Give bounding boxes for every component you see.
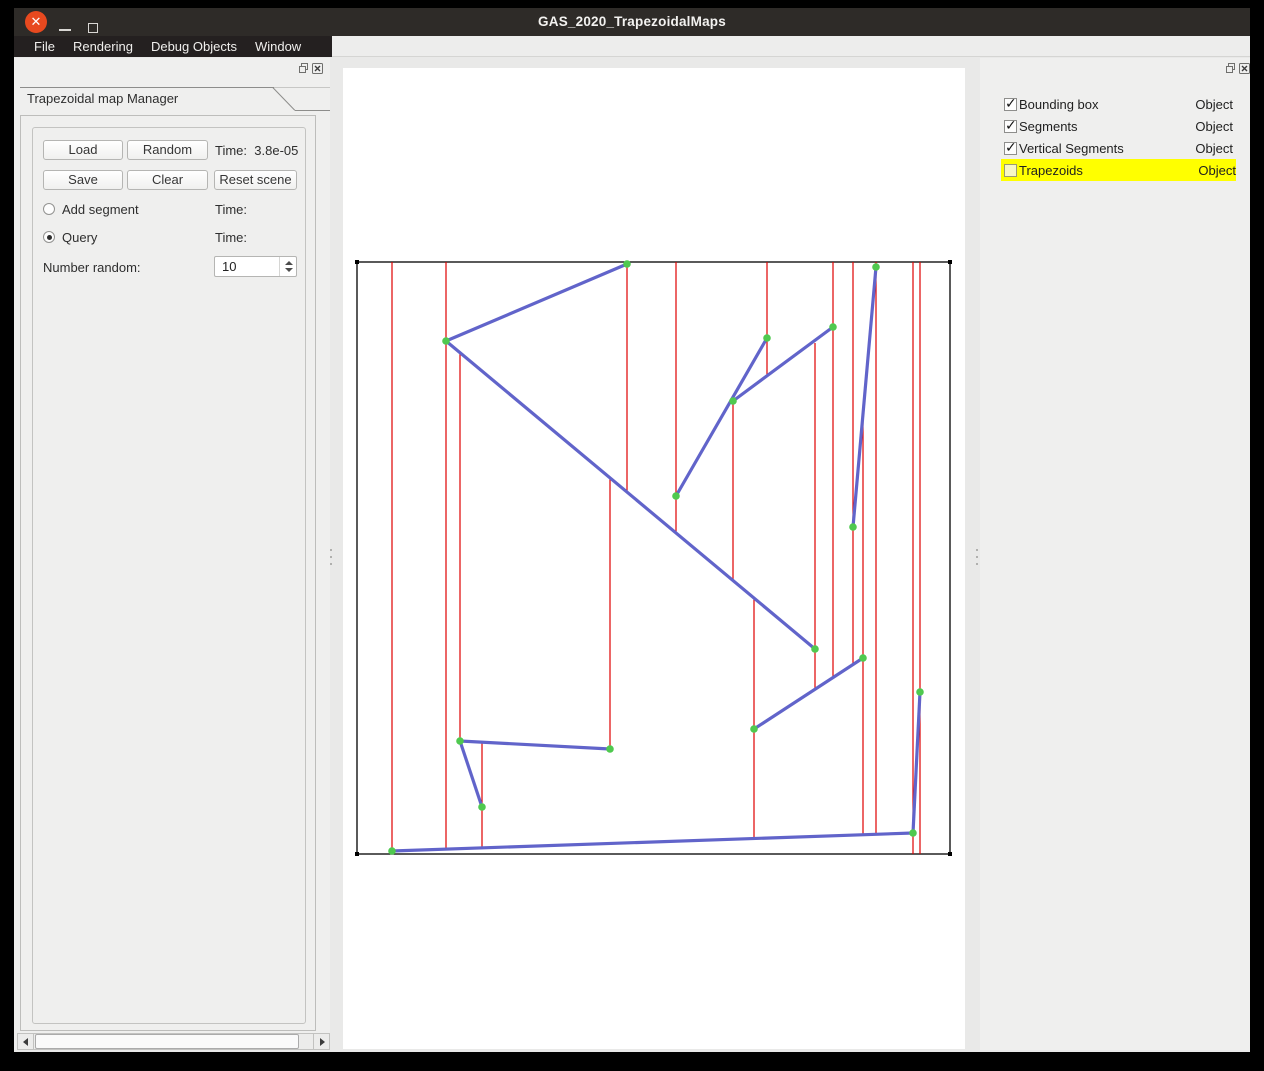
map-canvas[interactable] [343, 68, 965, 1049]
menu-item-rendering[interactable]: Rendering [64, 36, 142, 57]
application-window: ✕ GAS_2020_TrapezoidalMaps File Rendering… [0, 0, 1264, 1071]
spin-up-icon[interactable] [285, 261, 293, 265]
segment-endpoint [916, 688, 924, 696]
dock-close-icon[interactable] [1239, 62, 1250, 75]
right-dock: ✓ Bounding box Object ✓ Segments Object ✓ Verti… [980, 58, 1250, 1050]
segment-endpoint [859, 654, 867, 662]
object-type: Object [1195, 96, 1233, 112]
segment-endpoint [811, 645, 819, 653]
menu-bar-spacer [332, 36, 1250, 57]
right-splitter-handle[interactable] [976, 549, 979, 565]
segment-endpoint [442, 337, 450, 345]
menu-item-file[interactable]: File [25, 36, 64, 57]
segment-endpoint [672, 492, 680, 500]
menu-item-debug-objects[interactable]: Debug Objects [142, 36, 246, 57]
menu-item-window[interactable]: Window [246, 36, 310, 57]
segment-endpoint [872, 263, 880, 271]
visibility-checkbox[interactable] [1004, 163, 1017, 177]
tab-diagonal-edge [272, 87, 296, 111]
save-button[interactable]: Save [43, 170, 123, 190]
tab-baseline [295, 110, 330, 111]
map-segment [851, 266, 878, 528]
dock-float-icon[interactable] [1225, 62, 1236, 75]
spinbox-arrows[interactable] [279, 257, 296, 276]
map-segment [911, 691, 922, 834]
tab-trapezoidal-map-manager[interactable]: Trapezoidal map Manager [27, 91, 178, 106]
map-segment [753, 656, 864, 731]
map-segment [458, 740, 484, 808]
left-dock: Trapezoidal map Manager Load Random Time… [14, 58, 330, 1050]
object-row-segments: ✓ Segments Object [980, 115, 1250, 137]
menu-bar: File Rendering Debug Objects Window [14, 36, 332, 57]
object-row-vertical-segments: ✓ Vertical Segments Object [980, 137, 1250, 159]
object-row-bounding-box: ✓ Bounding box Object [980, 93, 1250, 115]
map-segment [391, 831, 914, 853]
dock-float-icon[interactable] [298, 62, 309, 75]
segment-endpoint [623, 260, 631, 268]
dock-close-icon[interactable] [312, 62, 323, 75]
map-segment [732, 325, 834, 403]
map-segment [674, 337, 769, 497]
segment-endpoint [909, 829, 917, 837]
bounding-box-corner [355, 852, 359, 856]
object-label[interactable]: Trapezoids [1019, 163, 1083, 178]
spin-down-icon[interactable] [285, 268, 293, 272]
segment-endpoint [849, 523, 857, 531]
segment-endpoint [478, 803, 486, 811]
map-segment [444, 339, 817, 651]
object-label[interactable]: Vertical Segments [1019, 141, 1124, 156]
title-bar: ✕ GAS_2020_TrapezoidalMaps [14, 8, 1250, 36]
number-random-label: Number random: [43, 260, 141, 275]
number-random-spinbox[interactable]: 10 [214, 256, 297, 277]
visibility-checkbox[interactable]: ✓ [1004, 95, 1017, 111]
bounding-box-corner [948, 852, 952, 856]
scroll-right-icon [320, 1038, 325, 1046]
scroll-right-button[interactable] [313, 1034, 329, 1049]
add-segment-label: Add segment [62, 202, 139, 217]
window-title: GAS_2020_TrapezoidalMaps [538, 14, 726, 29]
object-type: Object [1195, 118, 1233, 134]
random-time-label: Time: 3.8e-05 [215, 143, 299, 158]
segment-endpoint [729, 397, 737, 405]
visibility-checkbox[interactable]: ✓ [1004, 139, 1017, 155]
object-row-trapezoids: Trapezoids Object [1001, 159, 1236, 181]
segment-endpoint [606, 745, 614, 753]
segment-endpoint [829, 323, 837, 331]
bounding-box-corner [355, 260, 359, 264]
query-time-label: Time: [215, 230, 248, 245]
debug-object-list: ✓ Bounding box Object ✓ Segments Object ✓ Verti… [980, 93, 1250, 181]
object-type: Object [1198, 162, 1236, 178]
scroll-left-button[interactable] [18, 1034, 34, 1049]
segment-endpoint [456, 737, 464, 745]
add-segment-radio[interactable] [43, 203, 55, 215]
add-segment-time-label: Time: [215, 202, 248, 217]
random-time-value: 3.8e-05 [254, 143, 299, 158]
object-type: Object [1195, 140, 1233, 156]
tab-top-edge [20, 87, 274, 88]
segment-endpoint [388, 847, 396, 855]
left-splitter-handle[interactable] [330, 549, 333, 565]
map-segment [445, 262, 628, 343]
load-button[interactable]: Load [43, 140, 123, 160]
horizontal-scrollbar[interactable] [17, 1033, 330, 1050]
query-label: Query [62, 230, 98, 245]
object-label[interactable]: Bounding box [1019, 97, 1099, 112]
main-area: Trapezoidal map Manager Load Random Time… [14, 57, 1250, 1052]
random-button[interactable]: Random [127, 140, 208, 160]
scrollbar-thumb[interactable] [35, 1034, 299, 1049]
object-label[interactable]: Segments [1019, 119, 1078, 134]
visibility-checkbox[interactable]: ✓ [1004, 117, 1017, 133]
segment-endpoint [750, 725, 758, 733]
bounding-box-corner [948, 260, 952, 264]
query-radio[interactable] [43, 231, 55, 243]
trapezoidal-map-drawing[interactable] [343, 68, 965, 1049]
segment-endpoint [763, 334, 771, 342]
reset-scene-button[interactable]: Reset scene [214, 170, 297, 190]
number-random-value: 10 [222, 259, 237, 274]
scroll-left-icon [23, 1038, 28, 1046]
clear-button[interactable]: Clear [127, 170, 208, 190]
